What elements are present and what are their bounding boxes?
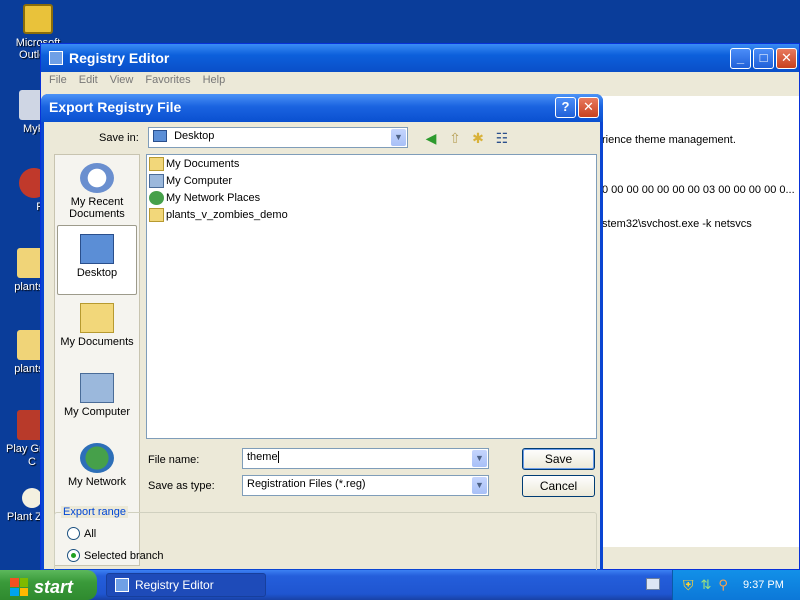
places-bar: My Recent Documents Desktop My Documents… — [54, 154, 140, 566]
value-data-line: 0 00 00 00 00 00 00 03 00 00 00 00 0... — [602, 184, 795, 196]
keyboard-icon[interactable] — [646, 578, 660, 590]
dialog-title: Export Registry File — [49, 99, 182, 115]
window-title: Registry Editor — [69, 50, 170, 66]
chevron-down-icon[interactable]: ▼ — [472, 450, 487, 467]
save-button[interactable]: Save — [522, 448, 595, 470]
close-button[interactable]: ✕ — [776, 48, 797, 69]
radio-all-indicator — [67, 527, 80, 540]
menu-view[interactable]: View — [110, 74, 134, 90]
save-in-label: Save in: — [99, 132, 139, 144]
export-range-title: Export range — [61, 506, 128, 518]
radio-all[interactable]: All — [67, 527, 96, 540]
file-name-field[interactable]: theme ▼ — [242, 448, 489, 469]
menu-bar: File Edit View Favorites Help — [41, 72, 799, 92]
list-item[interactable]: My Documents — [147, 155, 596, 172]
save-in-dropdown[interactable]: Desktop ▼ — [148, 127, 408, 148]
network-icon[interactable]: ⇅ — [701, 577, 712, 593]
dialog-close-button[interactable]: ✕ — [578, 97, 599, 118]
minimize-button[interactable]: _ — [730, 48, 751, 69]
dialog-titlebar[interactable]: Export Registry File ? ✕ — [41, 94, 603, 122]
menu-favorites[interactable]: Favorites — [145, 74, 190, 90]
security-shield-icon[interactable]: ⛨ — [683, 577, 694, 594]
chevron-down-icon[interactable]: ▼ — [472, 477, 487, 494]
chevron-down-icon[interactable]: ▼ — [391, 129, 406, 146]
list-item[interactable]: My Network Places — [147, 189, 596, 206]
place-desktop[interactable]: Desktop — [57, 225, 137, 295]
radio-selected-indicator — [67, 549, 80, 562]
export-registry-dialog[interactable]: Export Registry File ? ✕ Save in: Deskto… — [41, 94, 603, 582]
registry-values-pane[interactable]: rience theme management. 0 00 00 00 00 0… — [599, 96, 799, 547]
place-my-network[interactable]: My Network — [55, 435, 139, 505]
save-in-value: Desktop — [174, 130, 215, 142]
back-arrow-icon[interactable]: ◀ — [420, 127, 442, 149]
new-folder-icon[interactable]: ✱ — [467, 127, 489, 149]
save-as-type-value: Registration Files (*.reg) — [247, 478, 366, 490]
registry-icon — [115, 578, 129, 592]
menu-file[interactable]: File — [49, 74, 67, 90]
my-network-icon — [80, 443, 114, 473]
place-my-computer[interactable]: My Computer — [55, 365, 139, 435]
help-button[interactable]: ? — [555, 97, 576, 118]
value-data-line: stem32\svchost.exe -k netsvcs — [602, 218, 752, 230]
menu-edit[interactable]: Edit — [79, 74, 98, 90]
maximize-button[interactable]: □ — [753, 48, 774, 69]
my-documents-icon — [80, 303, 114, 333]
save-as-type-dropdown[interactable]: Registration Files (*.reg) ▼ — [242, 475, 489, 496]
network-places-icon — [149, 190, 164, 205]
search-icon[interactable]: ⚲ — [718, 577, 728, 593]
my-computer-icon — [80, 373, 114, 403]
folder-icon — [149, 207, 164, 222]
save-as-type-label: Save as type: — [148, 480, 215, 492]
list-item[interactable]: My Computer — [147, 172, 596, 189]
up-folder-icon[interactable]: ⇧ — [444, 127, 466, 149]
file-list[interactable]: My Documents My Computer My Network Plac… — [146, 154, 597, 439]
windows-logo-icon — [10, 578, 28, 596]
place-recent-documents[interactable]: My Recent Documents — [55, 155, 139, 225]
cancel-button[interactable]: Cancel — [522, 475, 595, 497]
registry-icon — [49, 51, 63, 65]
outlook-icon — [23, 4, 53, 34]
view-menu-icon[interactable]: ☷ — [491, 127, 513, 149]
my-computer-icon — [149, 173, 164, 188]
value-data-line: rience theme management. — [602, 134, 736, 146]
recent-documents-icon — [80, 163, 114, 193]
system-tray: ⛨ ⇅ ⚲ 9:37 PM — [672, 570, 800, 600]
start-label: start — [34, 576, 74, 597]
taskbar: start Registry Editor ⛨ ⇅ ⚲ 9:37 PM — [0, 570, 800, 600]
start-button[interactable]: start — [0, 570, 97, 600]
clock: 9:37 PM — [742, 579, 784, 591]
registry-editor-titlebar[interactable]: Registry Editor _ □ ✕ — [41, 44, 799, 72]
flower-icon — [22, 488, 42, 508]
list-item[interactable]: plants_v_zombies_demo — [147, 206, 596, 223]
desktop-small-icon — [153, 130, 167, 143]
taskbar-item-registry-editor[interactable]: Registry Editor — [106, 573, 266, 597]
menu-help[interactable]: Help — [203, 74, 226, 90]
my-documents-icon — [149, 156, 164, 171]
place-my-documents[interactable]: My Documents — [55, 295, 139, 365]
desktop-icon — [80, 234, 114, 264]
file-name-label: File name: — [148, 454, 200, 466]
file-name-value: theme — [247, 451, 278, 463]
radio-selected-branch[interactable]: Selected branch — [67, 549, 164, 562]
